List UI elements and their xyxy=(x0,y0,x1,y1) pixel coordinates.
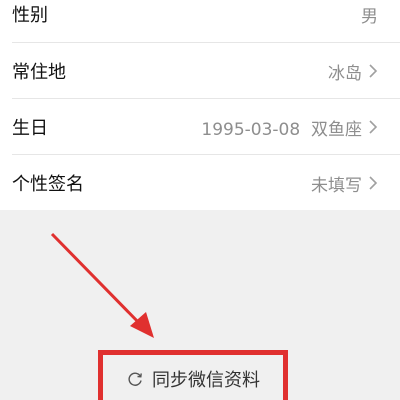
row-gender-label: 性别 xyxy=(12,5,48,26)
row-residence-value-group: 冰岛 xyxy=(328,59,378,84)
row-signature-value-group: 未填写 xyxy=(311,171,378,196)
row-residence-label: 常住地 xyxy=(12,62,66,83)
row-signature-label: 个性签名 xyxy=(12,174,84,195)
row-residence-value: 冰岛 xyxy=(328,63,362,84)
sync-wechat-profile-label: 同步微信资料 xyxy=(152,369,260,391)
row-signature-value: 未填写 xyxy=(311,175,362,196)
chevron-right-icon xyxy=(369,120,378,134)
row-birthday-label: 生日 xyxy=(12,118,48,139)
chevron-right-icon xyxy=(369,176,378,190)
row-gender-value: 男 xyxy=(361,6,378,27)
row-residence[interactable]: 常住地 冰岛 xyxy=(0,43,400,99)
row-birthday[interactable]: 生日 1995-03-08 双鱼座 xyxy=(0,99,400,155)
row-birthday-value-group: 1995-03-08 双鱼座 xyxy=(201,115,378,140)
profile-settings-list: 性别 男 常住地 冰岛 生日 1995-03-08 双鱼座 个性签名 未填写 xyxy=(0,0,400,210)
annotation-highlight-box: 同步微信资料 xyxy=(98,350,288,400)
refresh-icon xyxy=(128,372,142,386)
chevron-right-icon xyxy=(369,64,378,78)
row-birthday-value: 1995-03-08 双鱼座 xyxy=(201,119,362,140)
row-gender[interactable]: 性别 男 xyxy=(0,0,400,42)
row-signature[interactable]: 个性签名 未填写 xyxy=(0,155,400,211)
sync-wechat-profile-button[interactable]: 同步微信资料 xyxy=(126,366,260,392)
